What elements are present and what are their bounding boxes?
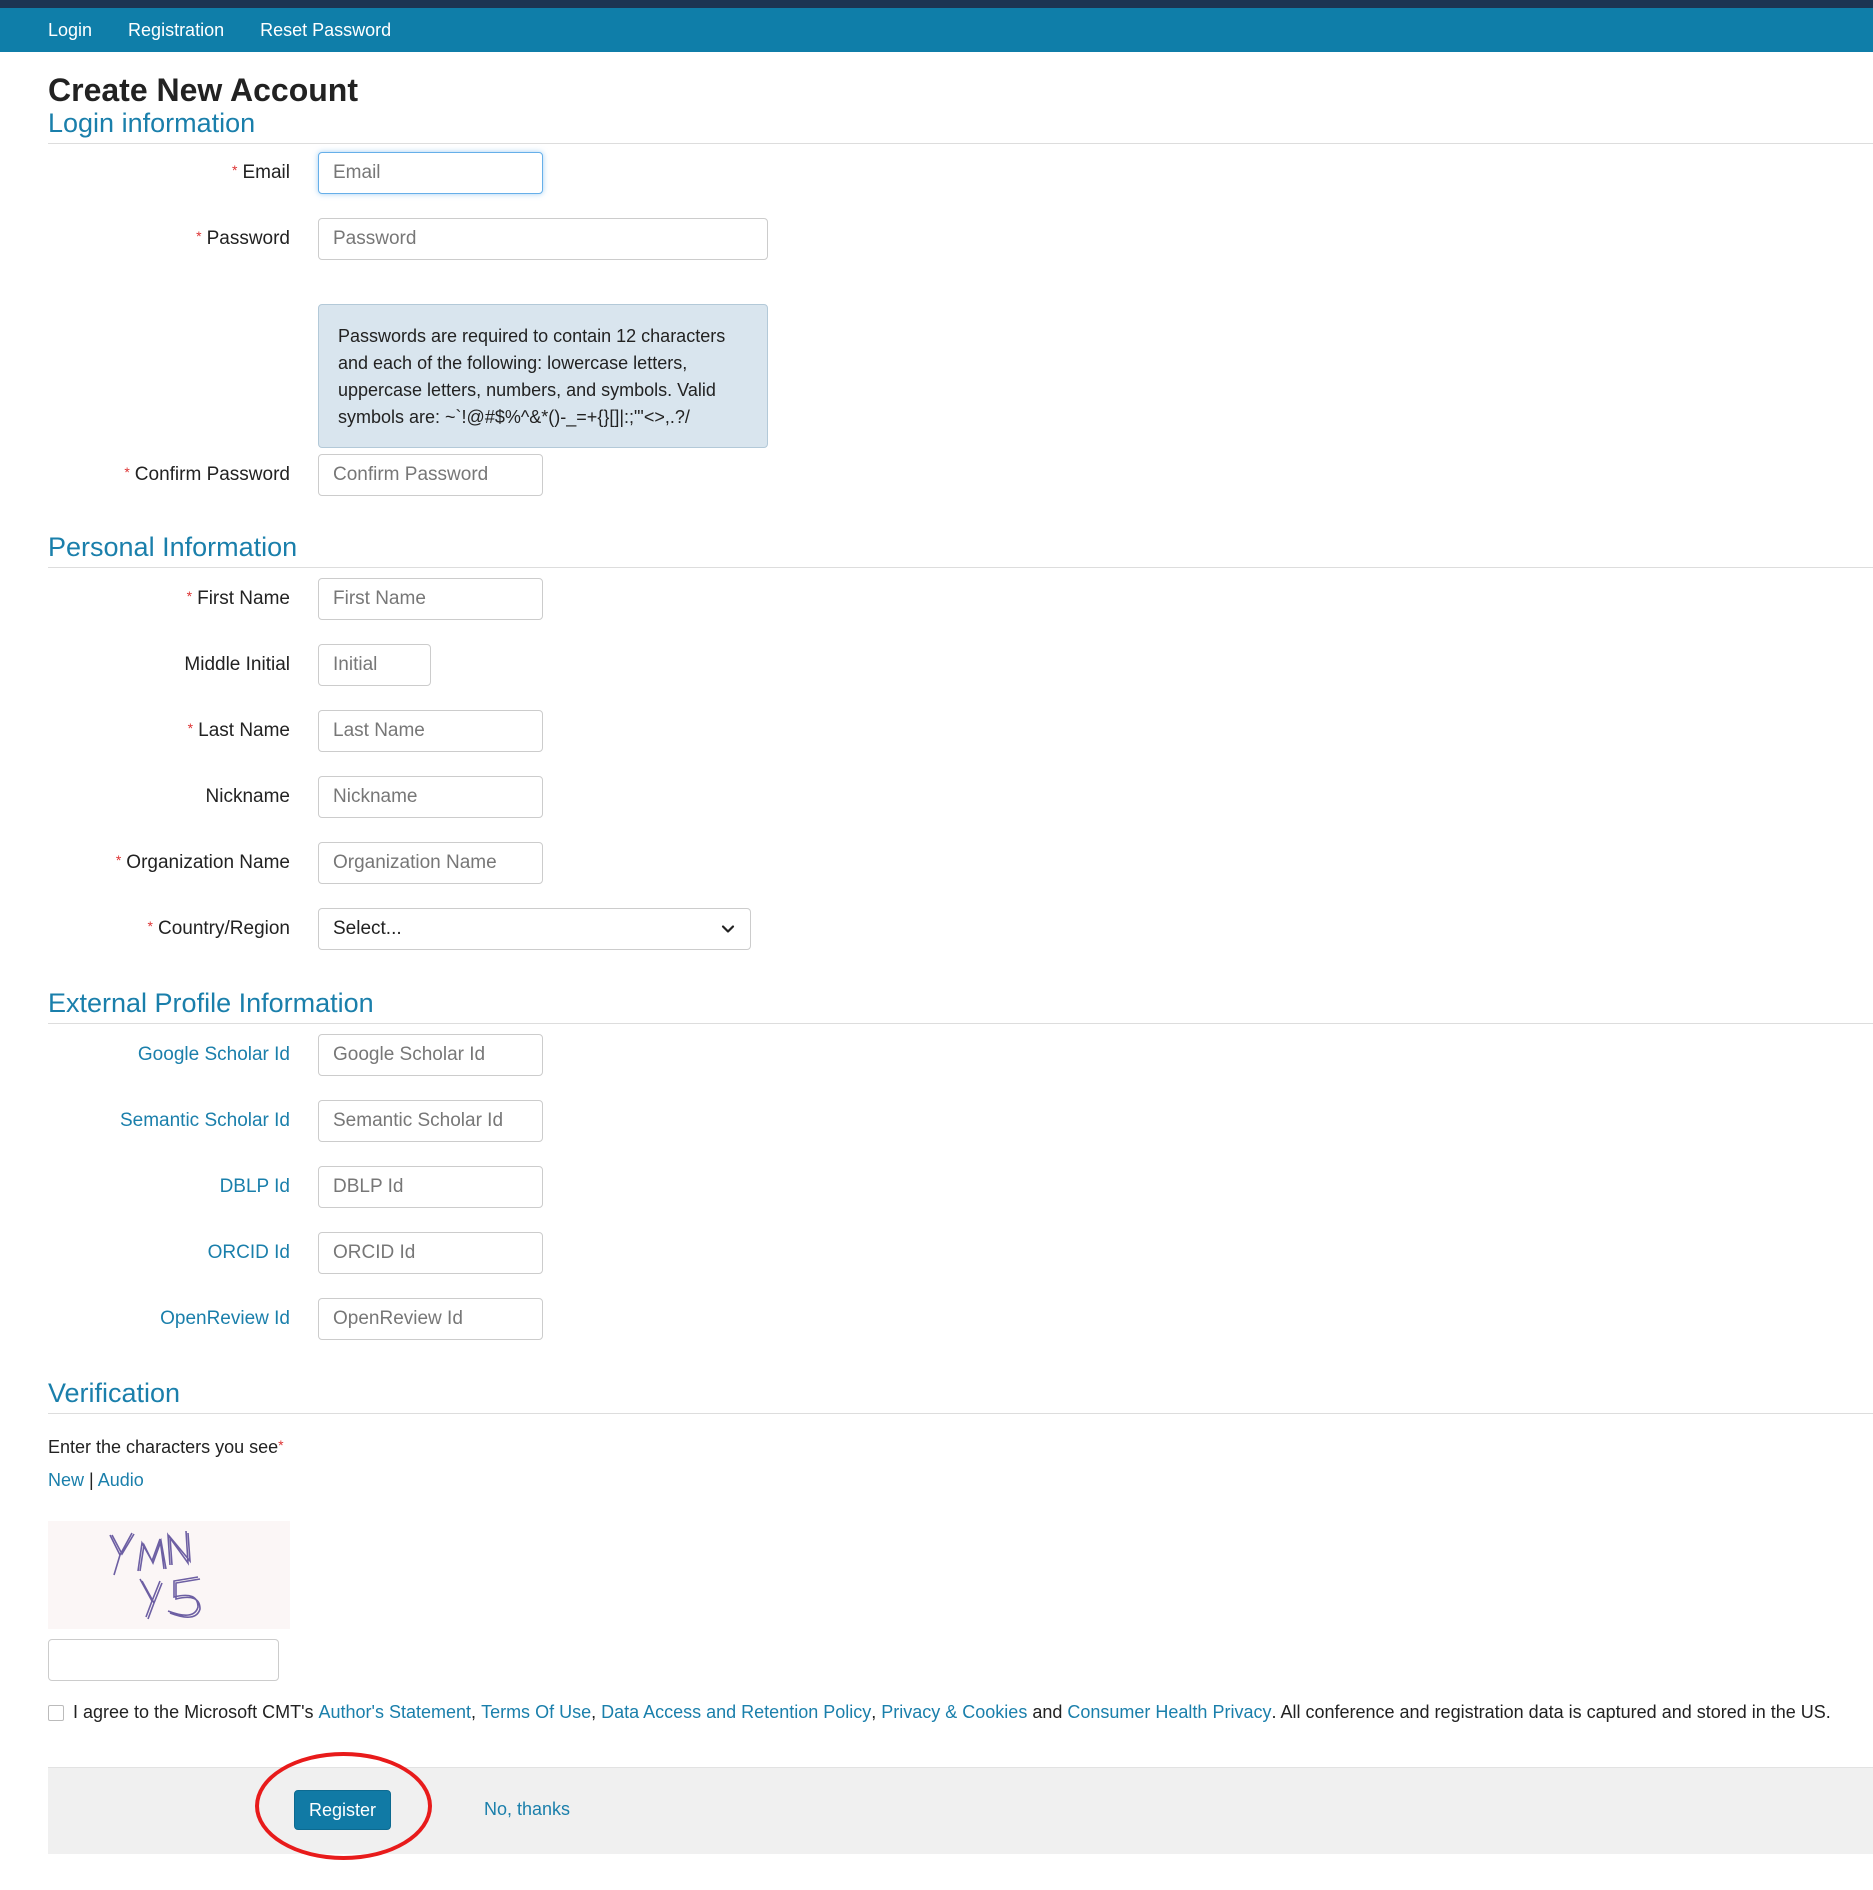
country-label: * Country/Region — [147, 918, 290, 939]
confirm-password-input[interactable] — [318, 454, 543, 496]
organization-row: * Organization Name — [48, 842, 543, 884]
captcha-links: New | Audio — [48, 1470, 144, 1491]
organization-input[interactable] — [318, 842, 543, 884]
first-name-row: * First Name — [48, 578, 543, 620]
nickname-input[interactable] — [318, 776, 543, 818]
organization-label: * Organization Name — [115, 852, 290, 873]
captcha-audio-link[interactable]: Audio — [98, 1470, 144, 1490]
country-select[interactable]: Select... — [318, 908, 751, 950]
email-row: * Email — [48, 152, 543, 194]
nickname-row: Nickname — [48, 776, 543, 818]
email-input[interactable] — [318, 152, 543, 194]
orcid-input[interactable] — [318, 1232, 543, 1274]
password-input[interactable] — [318, 218, 768, 260]
semantic-scholar-link[interactable]: Semantic Scholar Id — [48, 1110, 290, 1132]
section-personal-heading: Personal Information — [48, 532, 1873, 568]
nav-registration-link[interactable]: Registration — [128, 20, 224, 41]
google-scholar-link[interactable]: Google Scholar Id — [48, 1044, 290, 1066]
semantic-scholar-row: Semantic Scholar Id — [48, 1100, 543, 1142]
password-label: * Password — [196, 228, 290, 249]
agreement-checkbox[interactable] — [48, 1704, 64, 1721]
captcha-glyphs — [109, 1530, 201, 1620]
orcid-link[interactable]: ORCID Id — [48, 1242, 290, 1264]
top-strip — [0, 0, 1873, 8]
middle-initial-row: Middle Initial — [48, 644, 431, 686]
openreview-input[interactable] — [318, 1298, 543, 1340]
country-row: * Country/Region Select... — [48, 908, 751, 950]
no-thanks-link[interactable]: No, thanks — [484, 1799, 570, 1820]
confirm-password-row: * Confirm Password — [48, 454, 543, 496]
captcha-image — [48, 1521, 290, 1629]
captcha-link-separator: | — [89, 1470, 94, 1490]
first-name-label: * First Name — [186, 588, 290, 609]
agreement-separator: , — [591, 1702, 602, 1722]
nickname-label: Nickname — [205, 786, 290, 807]
nav-login-link[interactable]: Login — [48, 20, 92, 41]
highlight-circle — [255, 1752, 432, 1860]
orcid-row: ORCID Id — [48, 1232, 543, 1274]
data-retention-policy-link[interactable]: Data Access and Retention Policy — [601, 1702, 871, 1723]
confirm-password-label: * Confirm Password — [124, 464, 290, 485]
agreement-separator: , — [871, 1702, 882, 1722]
country-select-value: Select... — [333, 918, 402, 939]
captcha-new-link[interactable]: New — [48, 1470, 84, 1490]
openreview-row: OpenReview Id — [48, 1298, 543, 1340]
captcha-prompt: Enter the characters you see* — [48, 1437, 284, 1457]
privacy-cookies-link[interactable]: Privacy & Cookies — [881, 1702, 1027, 1723]
dblp-link[interactable]: DBLP Id — [48, 1176, 290, 1198]
page-title: Create New Account — [48, 72, 358, 108]
agreement-separator: , — [471, 1702, 482, 1722]
password-requirements-note: Passwords are required to contain 12 cha… — [318, 304, 768, 448]
google-scholar-row: Google Scholar Id — [48, 1034, 543, 1076]
nav-reset-password-link[interactable]: Reset Password — [260, 20, 391, 41]
terms-of-use-link[interactable]: Terms Of Use — [481, 1702, 591, 1723]
middle-initial-label: Middle Initial — [184, 654, 290, 675]
last-name-label: * Last Name — [187, 720, 290, 741]
first-name-input[interactable] — [318, 578, 543, 620]
registration-form: Create New Account Login information * Em… — [48, 52, 1873, 1882]
password-row: * Password — [48, 218, 768, 260]
section-verification-heading: Verification — [48, 1378, 1873, 1414]
openreview-link[interactable]: OpenReview Id — [48, 1308, 290, 1330]
middle-initial-input[interactable] — [318, 644, 431, 686]
section-external-heading: External Profile Information — [48, 988, 1873, 1024]
agreement-prefix: I agree to the Microsoft CMT's — [73, 1702, 319, 1722]
email-label: * Email — [232, 162, 290, 183]
captcha-input[interactable] — [48, 1639, 279, 1681]
consumer-health-privacy-link[interactable]: Consumer Health Privacy — [1067, 1702, 1271, 1723]
agreement-and: and — [1027, 1702, 1068, 1722]
dblp-row: DBLP Id — [48, 1166, 543, 1208]
google-scholar-input[interactable] — [318, 1034, 543, 1076]
top-navbar: Login Registration Reset Password — [0, 8, 1873, 52]
last-name-input[interactable] — [318, 710, 543, 752]
agreement-row: I agree to the Microsoft CMT's Author's … — [48, 1702, 1831, 1723]
authors-statement-link[interactable]: Author's Statement — [319, 1702, 472, 1723]
dblp-input[interactable] — [318, 1166, 543, 1208]
chevron-down-icon — [721, 925, 735, 933]
section-login-heading: Login information — [48, 108, 1873, 144]
last-name-row: * Last Name — [48, 710, 543, 752]
agreement-suffix: . All conference and registration data i… — [1271, 1702, 1831, 1722]
semantic-scholar-input[interactable] — [318, 1100, 543, 1142]
